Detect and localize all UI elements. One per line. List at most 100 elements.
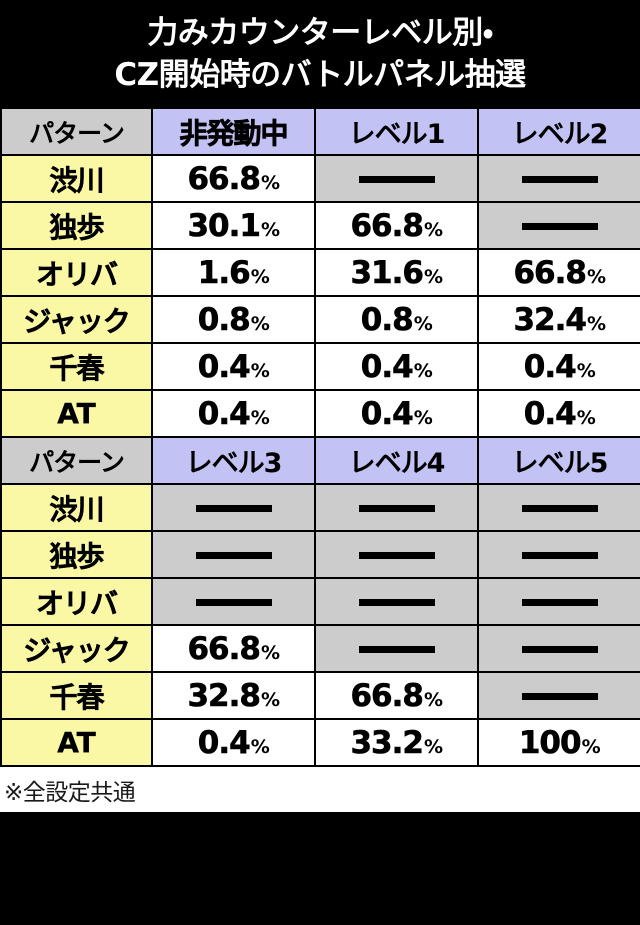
cell-no-data	[477, 671, 640, 720]
table-row: 千春 32.8% 66.8%	[0, 671, 640, 720]
percent-sign: %	[250, 735, 270, 758]
probability-value: 0.4	[197, 348, 251, 385]
page-title-line-2: CZ開始時のバトルパネル抽選	[114, 56, 526, 93]
percent-sign: %	[423, 688, 443, 711]
cell-probability: 66.8%	[151, 624, 316, 673]
row-label-pattern: オリバ	[0, 577, 153, 626]
cell-probability: 32.4%	[477, 295, 640, 344]
probability-value: 0.4	[523, 348, 577, 385]
percent-sign: %	[586, 312, 606, 335]
column-header-pattern: パターン	[0, 436, 153, 485]
probability-value: 0.4	[523, 395, 577, 432]
table-header-row: パターン レベル3 レベル4 レベル5	[0, 436, 640, 485]
table-row: オリバ 1.6% 31.6% 66.8%	[0, 248, 640, 297]
table-row: 渋川	[0, 483, 640, 532]
percent-sign: %	[576, 406, 596, 429]
probability-value: 0.4	[360, 348, 414, 385]
table-row: 独歩	[0, 530, 640, 579]
probability-value: 66.8	[187, 630, 261, 667]
percent-sign: %	[413, 312, 433, 335]
percent-sign: %	[423, 218, 443, 241]
table-row: ジャック 0.8% 0.8% 32.4%	[0, 295, 640, 344]
row-label-pattern: ジャック	[0, 295, 153, 344]
percent-sign: %	[260, 171, 280, 194]
percent-sign: %	[260, 641, 280, 664]
probability-value: 100	[518, 724, 582, 761]
dash-icon	[358, 599, 435, 606]
row-label-pattern: 独歩	[0, 201, 153, 250]
cell-no-data	[477, 154, 640, 203]
row-label-pattern: AT	[0, 389, 153, 438]
column-header-level: レベル3	[151, 436, 316, 485]
row-label-pattern: 渋川	[0, 154, 153, 203]
cell-no-data	[477, 201, 640, 250]
probability-value: 32.8	[187, 677, 261, 714]
table-body: パターン 非発動中 レベル1 レベル2 渋川 66.8% 独歩 30.1% 66.8% オリバ 1.…	[0, 107, 640, 767]
dash-icon	[521, 223, 598, 230]
table-row: 独歩 30.1% 66.8%	[0, 201, 640, 250]
percent-sign: %	[413, 359, 433, 382]
cell-probability: 66.8%	[314, 671, 479, 720]
probability-value: 66.8	[350, 207, 424, 244]
cell-probability: 32.8%	[151, 671, 316, 720]
percent-sign: %	[581, 735, 601, 758]
cell-probability: 0.4%	[151, 718, 316, 767]
cell-no-data	[477, 483, 640, 532]
cell-probability: 66.8%	[477, 248, 640, 297]
percent-sign: %	[423, 265, 443, 288]
row-label-pattern: 渋川	[0, 483, 153, 532]
cell-probability: 0.4%	[314, 389, 479, 438]
cell-no-data	[314, 154, 479, 203]
probability-value: 31.6	[350, 254, 424, 291]
row-label-pattern: 千春	[0, 342, 153, 391]
cell-probability: 0.8%	[314, 295, 479, 344]
cell-probability: 0.4%	[314, 342, 479, 391]
percent-sign: %	[250, 359, 270, 382]
table-header-row: パターン 非発動中 レベル1 レベル2	[0, 107, 640, 156]
cell-no-data	[314, 530, 479, 579]
dash-icon	[195, 599, 272, 606]
table-row: AT 0.4% 33.2% 100%	[0, 718, 640, 767]
table-row: ジャック 66.8%	[0, 624, 640, 673]
column-header-level: レベル5	[477, 436, 640, 485]
row-label-pattern: オリバ	[0, 248, 153, 297]
dash-icon	[195, 505, 272, 512]
dash-icon	[358, 552, 435, 559]
dash-icon	[521, 552, 598, 559]
probability-value: 66.8	[187, 160, 261, 197]
footer-bar: ※全設定共通	[0, 767, 640, 812]
dash-icon	[521, 646, 598, 653]
cell-no-data	[314, 624, 479, 673]
row-label-pattern: 千春	[0, 671, 153, 720]
cell-probability: 0.4%	[477, 389, 640, 438]
cell-no-data	[151, 483, 316, 532]
cell-no-data	[477, 624, 640, 673]
probability-value: 32.4	[513, 301, 587, 338]
table-row: AT 0.4% 0.4% 0.4%	[0, 389, 640, 438]
dash-icon	[358, 505, 435, 512]
percent-sign: %	[586, 265, 606, 288]
column-header-level: レベル2	[477, 107, 640, 156]
cell-probability: 0.4%	[151, 342, 316, 391]
probability-value: 33.2	[350, 724, 424, 761]
cell-probability: 0.8%	[151, 295, 316, 344]
probability-value: 0.4	[197, 724, 251, 761]
cell-no-data	[314, 577, 479, 626]
probability-value: 66.8	[350, 677, 424, 714]
infographic-sheet: 力みカウンターレベル別・ CZ開始時のバトルパネル抽選 パターン 非発動中 レベル1…	[0, 0, 640, 925]
probability-value: 0.4	[360, 395, 414, 432]
row-label-pattern: 独歩	[0, 530, 153, 579]
cell-probability: 31.6%	[314, 248, 479, 297]
probability-value: 66.8	[513, 254, 587, 291]
dash-icon	[358, 646, 435, 653]
column-header-pattern: パターン	[0, 107, 153, 156]
percent-sign: %	[423, 735, 443, 758]
cell-probability: 30.1%	[151, 201, 316, 250]
dash-icon	[195, 552, 272, 559]
cell-probability: 0.4%	[477, 342, 640, 391]
percent-sign: %	[250, 406, 270, 429]
percent-sign: %	[250, 265, 270, 288]
table-row: オリバ	[0, 577, 640, 626]
dash-icon	[358, 176, 435, 183]
probability-value: 30.1	[187, 207, 261, 244]
